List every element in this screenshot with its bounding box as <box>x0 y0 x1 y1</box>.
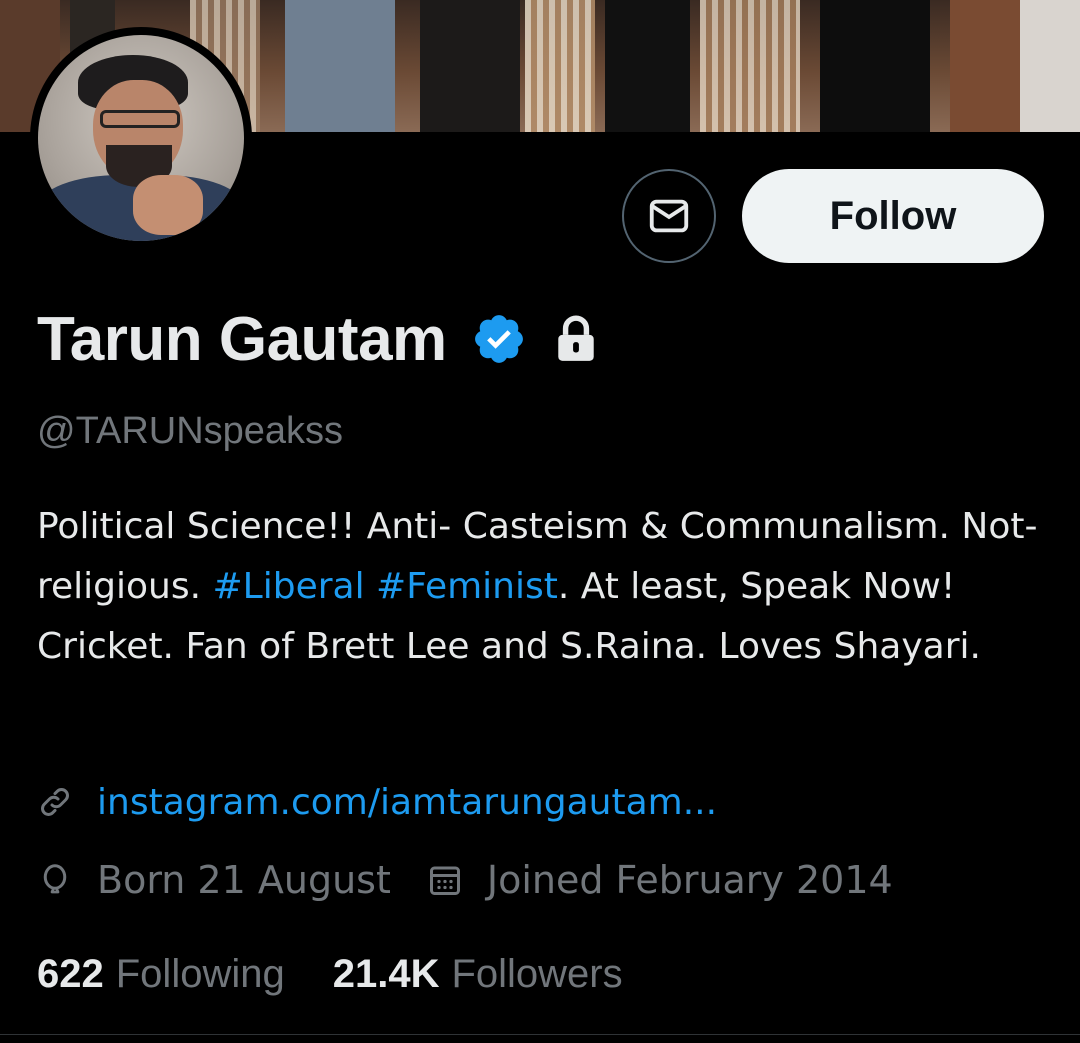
avatar-photo <box>38 35 244 241</box>
joined-item: Joined February 2014 <box>427 858 893 902</box>
banner-segment <box>420 0 520 132</box>
user-handle: @TARUNspeakss <box>37 410 344 452</box>
avatar-hand <box>133 175 203 235</box>
bio: Political Science!! Anti- Casteism & Com… <box>37 497 1047 677</box>
website-link[interactable]: instagram.com/iamtarungautam... <box>97 782 717 823</box>
message-button[interactable] <box>622 169 716 263</box>
banner-segment <box>525 0 595 132</box>
divider <box>0 1034 1080 1035</box>
envelope-icon <box>649 199 689 233</box>
birthday-text: Born 21 August <box>97 858 391 902</box>
verified-badge-icon[interactable] <box>471 311 527 367</box>
profile-meta: Born 21 August Joined February 2014 <box>37 852 893 908</box>
name-row: Tarun Gautam <box>37 303 599 375</box>
followers-stat[interactable]: 21.4K Followers <box>333 952 623 997</box>
following-label: Following <box>115 951 285 996</box>
following-stat[interactable]: 622 Following <box>37 952 285 997</box>
banner-segment <box>820 0 930 132</box>
banner-segment <box>950 0 1020 132</box>
bio-text <box>365 566 376 607</box>
follow-button[interactable]: Follow <box>742 169 1044 263</box>
calendar-icon <box>429 866 460 895</box>
display-name: Tarun Gautam <box>37 304 447 374</box>
follow-stats: 622 Following 21.4K Followers <box>37 944 623 1004</box>
banner-segment <box>285 0 395 132</box>
joined-text: Joined February 2014 <box>486 858 893 902</box>
balloon-icon <box>43 864 67 894</box>
birthday-item: Born 21 August <box>37 858 391 902</box>
link-icon <box>41 788 69 816</box>
banner-segment <box>700 0 800 132</box>
lock-icon <box>557 315 594 361</box>
banner-segment <box>1020 0 1080 132</box>
avatar-glasses <box>100 110 180 128</box>
hashtag-liberal[interactable]: #Liberal <box>213 566 365 607</box>
banner-segment <box>605 0 690 132</box>
website-row: instagram.com/iamtarungautam... <box>37 776 717 828</box>
following-count: 622 <box>37 951 104 996</box>
hashtag-feminist[interactable]: #Feminist <box>376 566 558 607</box>
avatar[interactable] <box>30 27 252 249</box>
followers-count: 21.4K <box>332 951 440 996</box>
profile-page: Follow Tarun Gautam @TARUNspeakss Politi… <box>0 0 1080 1043</box>
followers-label: Followers <box>451 951 623 996</box>
